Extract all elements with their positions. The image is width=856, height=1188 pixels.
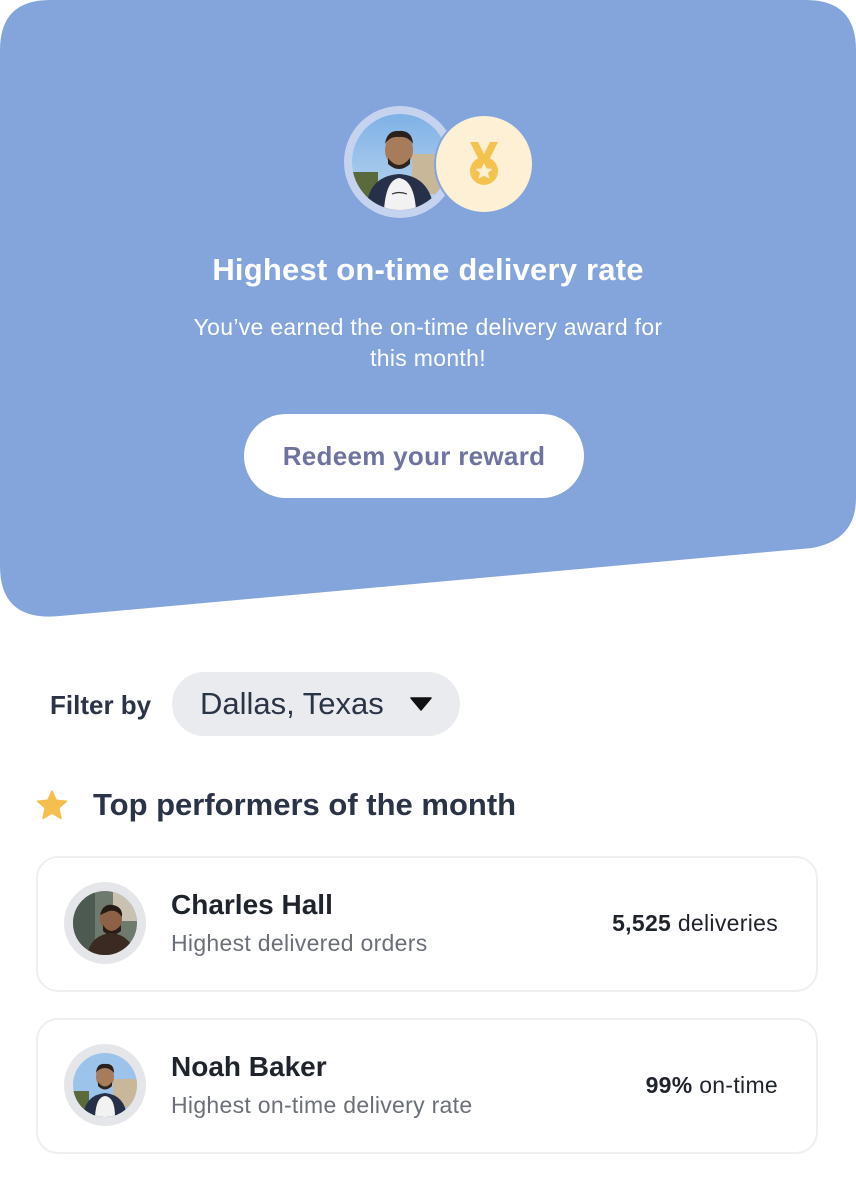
redeem-reward-button[interactable]: Redeem your reward bbox=[244, 414, 584, 498]
award-screen: Highest on-time delivery rate You’ve ear… bbox=[0, 0, 856, 1188]
performer-card[interactable]: Noah Baker Highest on-time delivery rate… bbox=[36, 1018, 818, 1154]
performer-stat-value: 5,525 bbox=[612, 910, 672, 936]
filter-label: Filter by bbox=[50, 690, 152, 720]
avatar-photo bbox=[73, 891, 137, 955]
performer-stat-unit: on-time bbox=[699, 1072, 778, 1098]
star-icon bbox=[36, 790, 68, 820]
performer-description: Highest on-time delivery rate bbox=[171, 1092, 473, 1118]
award-avatar-group bbox=[344, 106, 534, 222]
performer-card[interactable]: Charles Hall Highest delivered orders 5,… bbox=[36, 856, 818, 992]
caret-down-icon bbox=[410, 697, 432, 711]
performer-name: Charles Hall bbox=[171, 889, 333, 920]
avatar bbox=[64, 882, 146, 964]
performer-stat: 5,525 deliveries bbox=[612, 908, 778, 938]
performer-stat-value: 99% bbox=[645, 1072, 693, 1098]
award-subtitle: You’ve earned the on-time delivery award… bbox=[193, 314, 663, 371]
location-filter-value: Dallas, Texas bbox=[200, 686, 384, 721]
location-filter-dropdown[interactable]: Dallas, Texas bbox=[172, 672, 460, 736]
performer-stat: 99% on-time bbox=[646, 1070, 778, 1100]
top-performers-title: Top performers of the month bbox=[93, 787, 517, 822]
performer-stat-unit: deliveries bbox=[677, 910, 778, 936]
performer-description: Highest delivered orders bbox=[171, 930, 428, 956]
award-title: Highest on-time delivery rate bbox=[212, 252, 644, 287]
medal-badge bbox=[434, 114, 534, 214]
performer-name: Noah Baker bbox=[171, 1051, 327, 1082]
medal-icon bbox=[470, 142, 498, 185]
avatar-photo bbox=[73, 1053, 137, 1117]
avatar bbox=[64, 1044, 146, 1126]
